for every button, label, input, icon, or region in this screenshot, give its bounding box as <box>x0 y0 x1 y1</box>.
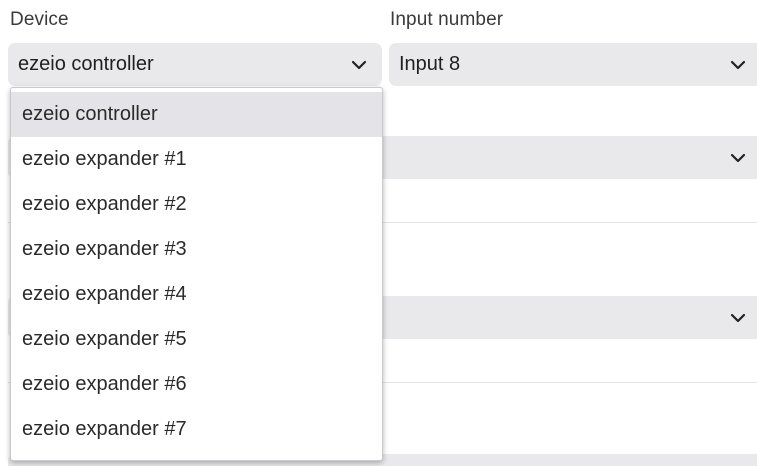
input-number-select-value: Input 8 <box>399 53 461 75</box>
device-select-value: ezeio controller <box>18 53 154 75</box>
dropdown-option[interactable]: ezeio expander #5 <box>11 317 382 362</box>
device-label: Device <box>10 9 69 30</box>
device-select[interactable]: ezeio controller <box>8 43 382 86</box>
input-number-select[interactable]: Input 8 <box>389 43 757 86</box>
chevron-down-icon <box>729 312 747 324</box>
chevron-down-icon <box>729 152 747 164</box>
dropdown-option[interactable]: ezeio controller <box>11 92 382 137</box>
device-input-form: Device Input number ezeio controller Inp… <box>0 0 757 466</box>
dropdown-option[interactable]: ezeio expander #1 <box>11 137 382 182</box>
input-number-label: Input number <box>390 9 504 30</box>
dropdown-option[interactable]: ezeio expander #4 <box>11 272 382 317</box>
dropdown-option[interactable]: ezeio expander #6 <box>11 362 382 407</box>
dropdown-option[interactable]: ezeio expander #2 <box>11 182 382 227</box>
dropdown-option[interactable]: ezeio expander #3 <box>11 227 382 272</box>
dropdown-option[interactable]: ezeio expander #7 <box>11 407 382 452</box>
chevron-down-icon <box>350 59 368 71</box>
chevron-down-icon <box>729 59 747 71</box>
device-dropdown-list: ezeio controller ezeio expander #1 ezeio… <box>10 87 383 461</box>
